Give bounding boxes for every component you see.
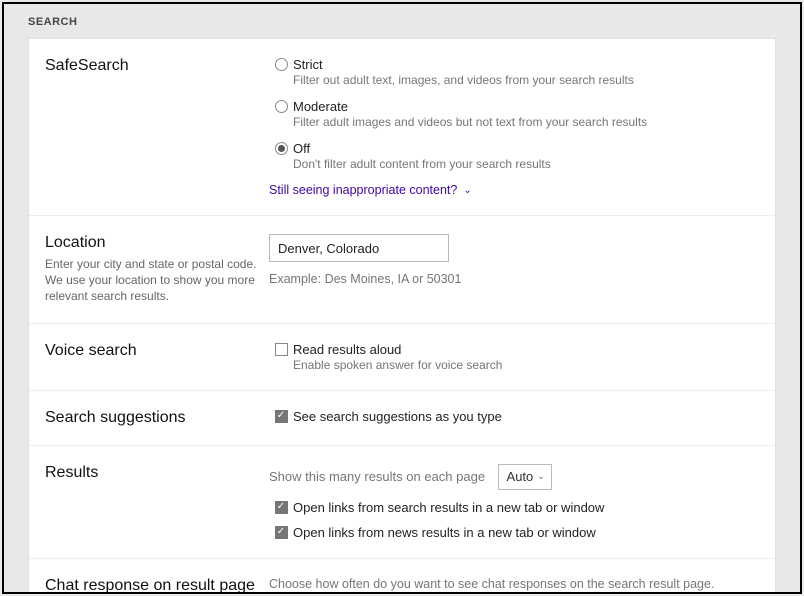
suggestions-enable[interactable]: See search suggestions as you type xyxy=(269,409,757,424)
option-label: Open links from search results in a new … xyxy=(293,500,757,515)
option-label: Read results aloud xyxy=(293,342,757,357)
section-results: Results Show this many results on each p… xyxy=(29,446,775,559)
section-voice: Voice search Read results aloud Enable s… xyxy=(29,324,775,391)
location-example: Example: Des Moines, IA or 50301 xyxy=(269,272,757,286)
results-open-news-newtab[interactable]: Open links from news results in a new ta… xyxy=(269,525,757,540)
results-per-page-select[interactable]: Auto ⌄ xyxy=(498,464,552,490)
location-desc: Enter your city and state or postal code… xyxy=(45,256,257,305)
settings-panel: SafeSearch Strict Filter out adult text,… xyxy=(28,38,776,594)
safesearch-option-off[interactable]: Off Don't filter adult content from your… xyxy=(269,141,757,171)
chat-title: Chat response on result page xyxy=(45,577,257,594)
page-header: SEARCH xyxy=(4,4,800,38)
option-sub: Filter out adult text, images, and video… xyxy=(293,73,757,87)
select-value: Auto xyxy=(507,469,534,484)
option-sub: Filter adult images and videos but not t… xyxy=(293,115,757,129)
option-sub: Enable spoken answer for voice search xyxy=(293,358,757,372)
option-label: Off xyxy=(293,141,757,156)
radio-icon[interactable] xyxy=(275,100,288,113)
section-chat: Chat response on result page Choose how … xyxy=(29,559,775,594)
section-suggestions: Search suggestions See search suggestion… xyxy=(29,391,775,446)
section-location: Location Enter your city and state or po… xyxy=(29,216,775,324)
option-label: Open links from news results in a new ta… xyxy=(293,525,757,540)
inappropriate-content-link[interactable]: Still seeing inappropriate content? ⌄ xyxy=(269,183,757,197)
radio-icon[interactable] xyxy=(275,142,288,155)
checkbox-icon[interactable] xyxy=(275,501,288,514)
safesearch-title: SafeSearch xyxy=(45,57,257,75)
radio-icon[interactable] xyxy=(275,58,288,71)
checkbox-icon[interactable] xyxy=(275,410,288,423)
page-title: SEARCH xyxy=(28,16,77,28)
chevron-down-icon: ⌄ xyxy=(463,185,471,196)
location-input[interactable] xyxy=(269,234,449,262)
section-safesearch: SafeSearch Strict Filter out adult text,… xyxy=(29,39,775,216)
results-per-page-row: Show this many results on each page Auto… xyxy=(269,464,757,490)
option-label: Strict xyxy=(293,57,757,72)
checkbox-icon[interactable] xyxy=(275,526,288,539)
checkbox-icon[interactable] xyxy=(275,343,288,356)
results-title: Results xyxy=(45,464,257,482)
chevron-down-icon: ⌄ xyxy=(537,471,545,482)
suggestions-title: Search suggestions xyxy=(45,409,257,427)
chat-desc: Choose how often do you want to see chat… xyxy=(269,577,757,591)
option-label: See search suggestions as you type xyxy=(293,409,757,424)
safesearch-option-moderate[interactable]: Moderate Filter adult images and videos … xyxy=(269,99,757,129)
link-text: Still seeing inappropriate content? xyxy=(269,183,457,197)
location-title: Location xyxy=(45,234,257,252)
voice-title: Voice search xyxy=(45,342,257,360)
results-open-search-newtab[interactable]: Open links from search results in a new … xyxy=(269,500,757,515)
safesearch-option-strict[interactable]: Strict Filter out adult text, images, an… xyxy=(269,57,757,87)
option-sub: Don't filter adult content from your sea… xyxy=(293,157,757,171)
option-label: Moderate xyxy=(293,99,757,114)
voice-read-aloud[interactable]: Read results aloud Enable spoken answer … xyxy=(269,342,757,372)
results-per-page-label: Show this many results on each page xyxy=(269,469,485,484)
